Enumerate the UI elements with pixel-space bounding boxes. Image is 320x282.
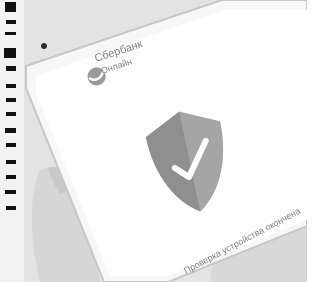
left-strip bbox=[0, 0, 24, 282]
photo: Сбербанк Онлайн Проверка устройства окон… bbox=[0, 0, 307, 282]
camera-dot bbox=[41, 43, 47, 49]
